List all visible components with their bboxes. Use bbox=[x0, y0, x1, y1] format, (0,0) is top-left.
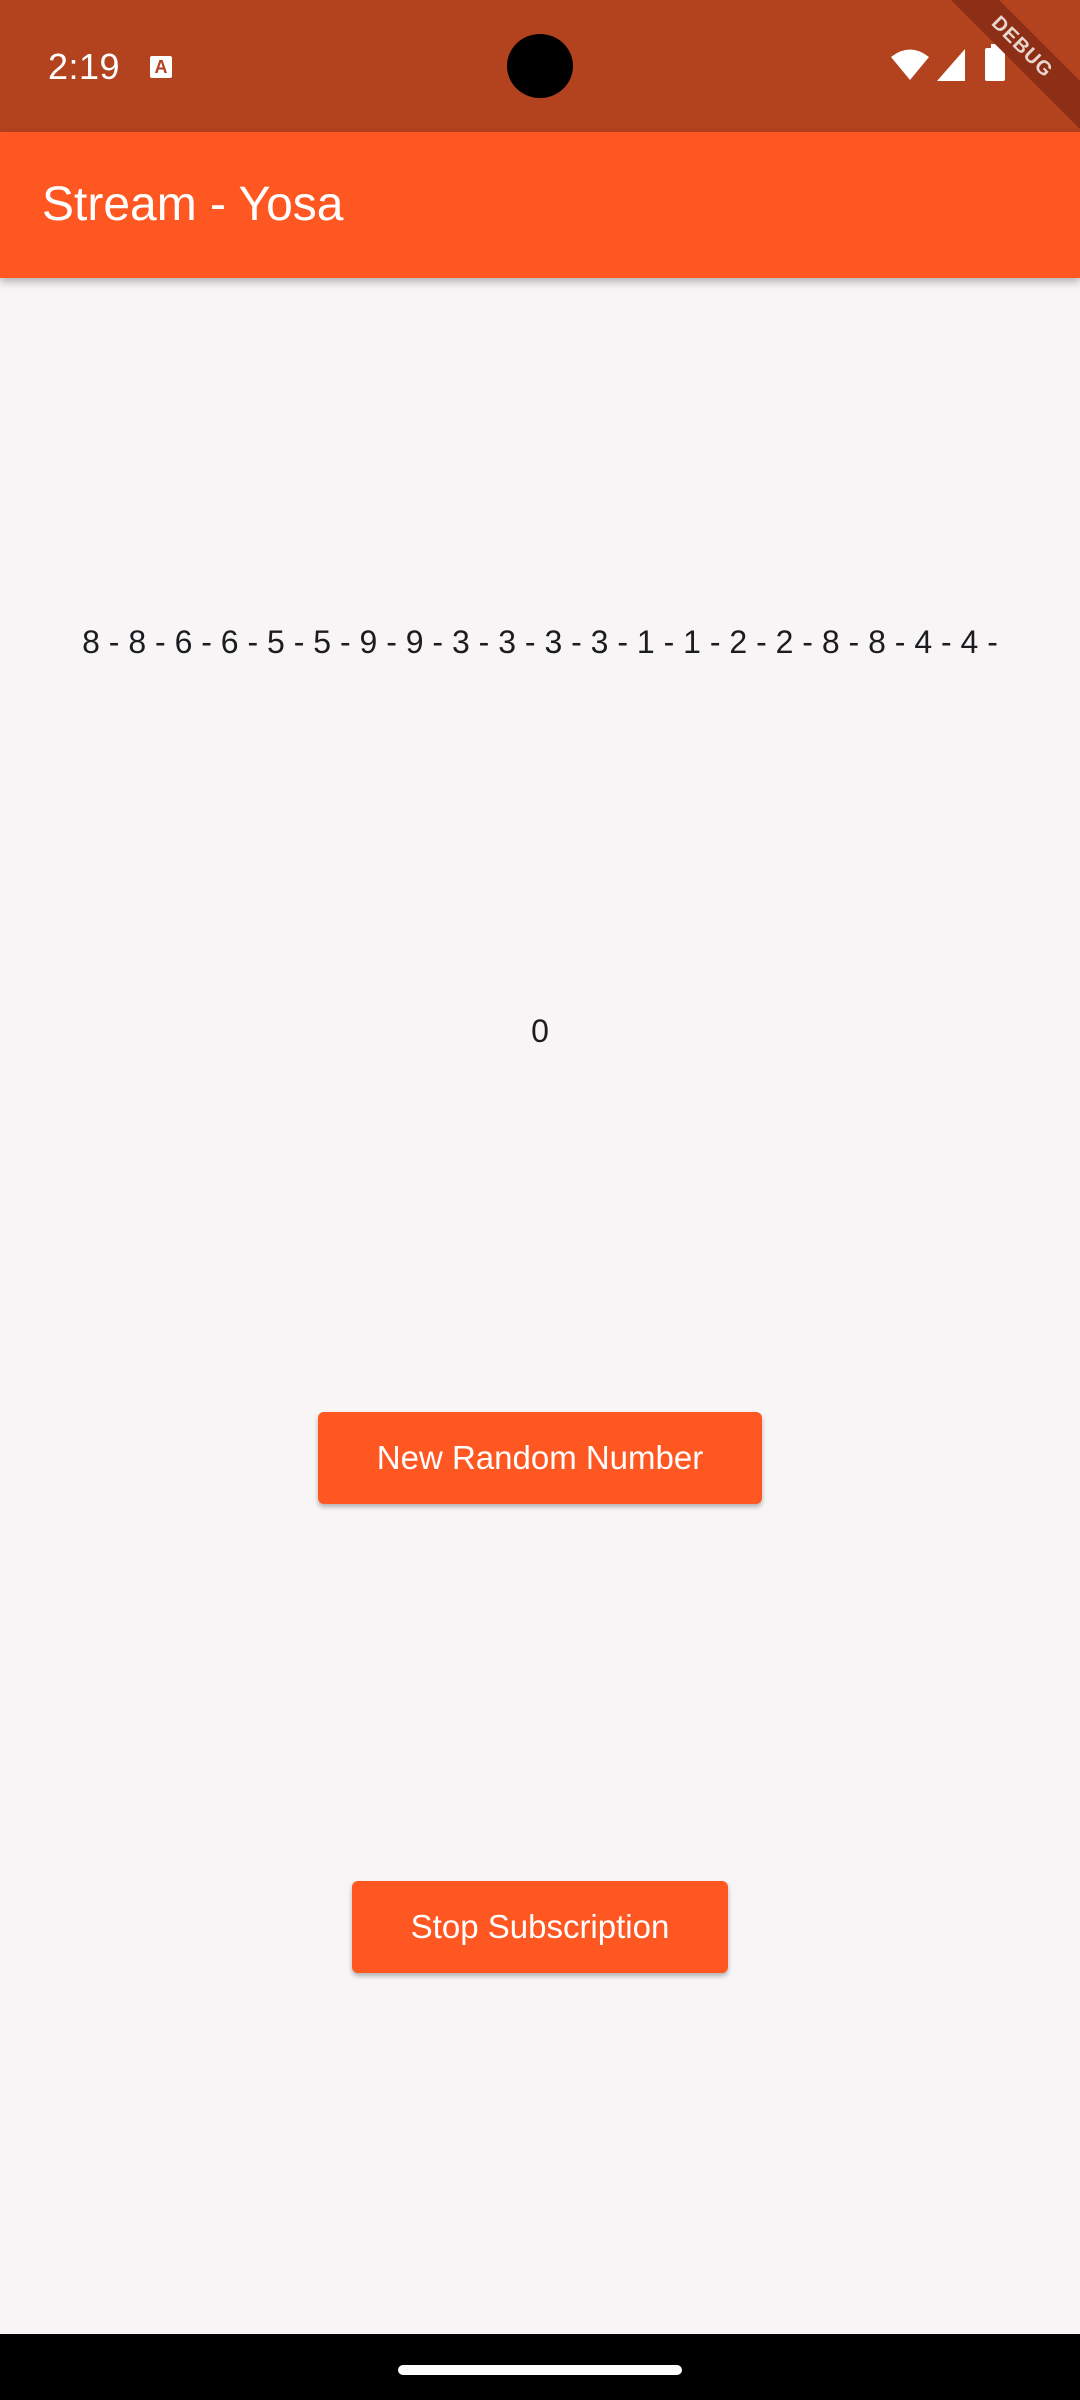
a-icon: A bbox=[150, 56, 172, 78]
page-title: Stream - Yosa bbox=[42, 178, 344, 231]
main-content: 8 - 8 - 6 - 6 - 5 - 5 - 9 - 9 - 3 - 3 - … bbox=[0, 278, 1080, 2334]
system-navigation-bar bbox=[0, 2334, 1080, 2400]
stop-subscription-button[interactable]: Stop Subscription bbox=[352, 1881, 728, 1973]
random-number-sequence: 8 - 8 - 6 - 6 - 5 - 5 - 9 - 9 - 3 - 3 - … bbox=[82, 624, 998, 660]
current-number-value: 0 bbox=[531, 1013, 549, 1049]
app-bar: Stream - Yosa bbox=[0, 132, 1080, 278]
signal-icon bbox=[937, 49, 965, 81]
home-gesture-handle[interactable] bbox=[398, 2365, 682, 2375]
new-random-number-button[interactable]: New Random Number bbox=[318, 1412, 762, 1504]
camera-cutout bbox=[507, 34, 573, 98]
wifi-icon bbox=[891, 49, 929, 80]
debug-banner-label: DEBUG bbox=[948, 0, 1080, 132]
status-bar: 2:19 A DEBUG bbox=[0, 0, 1080, 132]
debug-banner: DEBUG bbox=[948, 0, 1080, 132]
status-time: 2:19 bbox=[48, 46, 121, 87]
battery-icon bbox=[985, 44, 1005, 81]
